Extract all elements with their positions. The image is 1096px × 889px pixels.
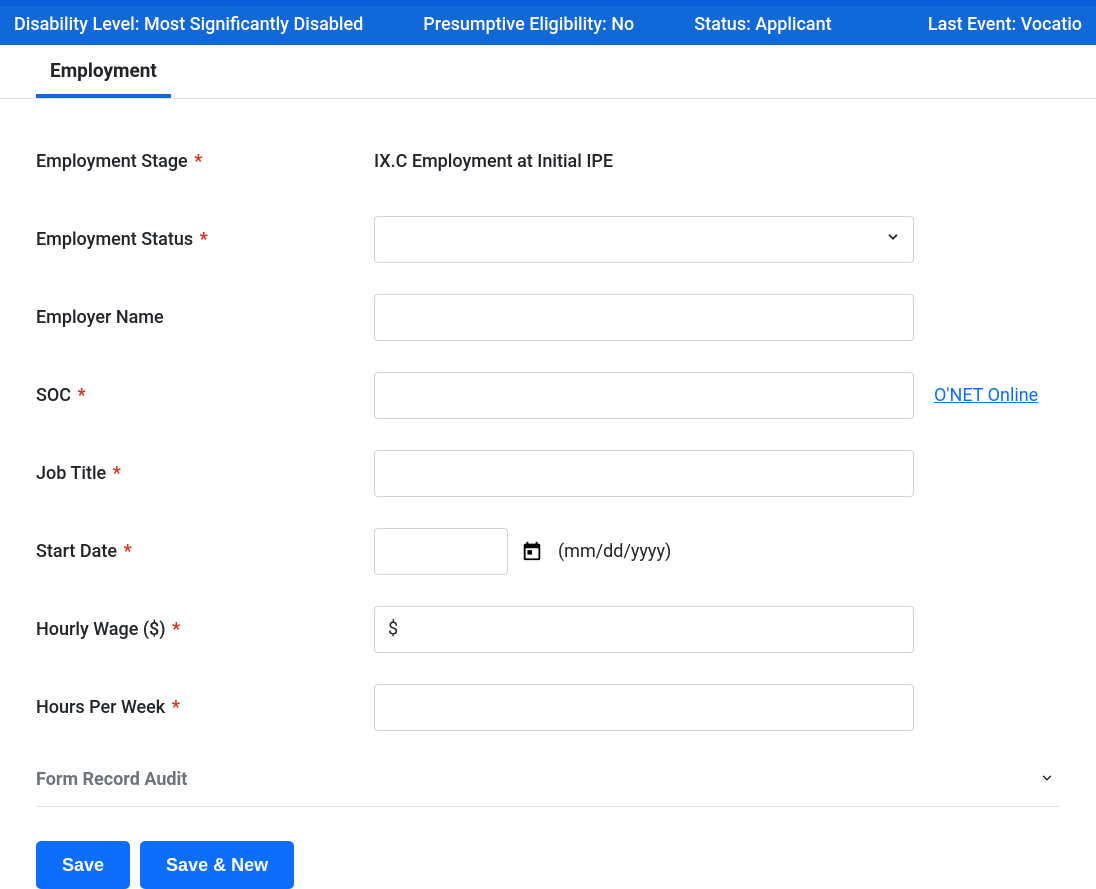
save-and-new-button[interactable]: Save & New (140, 841, 294, 889)
required-marker: * (172, 697, 180, 718)
hours-per-week-input[interactable] (374, 684, 914, 731)
required-marker: * (123, 541, 131, 562)
tab-employment-label: Employment (50, 59, 157, 82)
hourly-wage-input[interactable] (374, 606, 914, 653)
label-start-date: Start Date * (36, 541, 374, 562)
label-soc: SOC * (36, 385, 374, 406)
label-employer-name: Employer Name (36, 307, 374, 328)
required-marker: * (200, 229, 208, 250)
form-record-audit-toggle[interactable]: Form Record Audit (36, 761, 1060, 807)
label-employment-stage: Employment Stage * (36, 151, 374, 172)
row-hours-per-week: Hours Per Week * (36, 683, 1060, 731)
employment-form: Employment Stage * IX.C Employment at In… (0, 99, 1096, 889)
employment-status-select[interactable] (374, 216, 914, 263)
row-soc: SOC * O'NET Online (36, 371, 1060, 419)
start-date-input[interactable] (374, 528, 508, 575)
date-format-hint: (mm/dd/yyyy) (558, 541, 671, 562)
required-marker: * (194, 151, 202, 172)
row-job-title: Job Title * (36, 449, 1060, 497)
row-start-date: Start Date * (mm/dd/yyyy) (36, 527, 1060, 575)
job-title-input[interactable] (374, 450, 914, 497)
save-button[interactable]: Save (36, 841, 130, 889)
status-presumptive-eligibility: Presumptive Eligibility: No (423, 14, 634, 35)
status-last-event: Last Event: Vocatio (928, 14, 1082, 35)
status-applicant: Status: Applicant (694, 14, 831, 35)
employer-name-input[interactable] (374, 294, 914, 341)
label-hours-per-week: Hours Per Week * (36, 697, 374, 718)
row-employment-stage: Employment Stage * IX.C Employment at In… (36, 137, 1060, 185)
required-marker: * (78, 385, 86, 406)
required-marker: * (172, 619, 180, 640)
status-disability-level: Disability Level: Most Significantly Dis… (14, 14, 363, 35)
tab-employment[interactable]: Employment (36, 45, 171, 98)
label-employment-status: Employment Status * (36, 229, 374, 250)
soc-input[interactable] (374, 372, 914, 419)
label-hourly-wage: Hourly Wage ($) * (36, 619, 374, 640)
label-job-title: Job Title * (36, 463, 374, 484)
row-employment-status: Employment Status * (36, 215, 1060, 263)
calendar-icon[interactable] (520, 539, 544, 563)
required-marker: * (113, 463, 121, 484)
value-employment-stage: IX.C Employment at Initial IPE (374, 151, 613, 172)
row-employer-name: Employer Name (36, 293, 1060, 341)
chevron-down-icon (1040, 771, 1054, 789)
status-bar: Disability Level: Most Significantly Dis… (0, 6, 1096, 45)
onet-online-link[interactable]: O'NET Online (934, 385, 1038, 406)
row-hourly-wage: Hourly Wage ($) * $ (36, 605, 1060, 653)
form-actions: Save Save & New (36, 829, 1060, 889)
form-record-audit-title: Form Record Audit (36, 769, 187, 790)
tab-bar: Employment (0, 45, 1096, 99)
